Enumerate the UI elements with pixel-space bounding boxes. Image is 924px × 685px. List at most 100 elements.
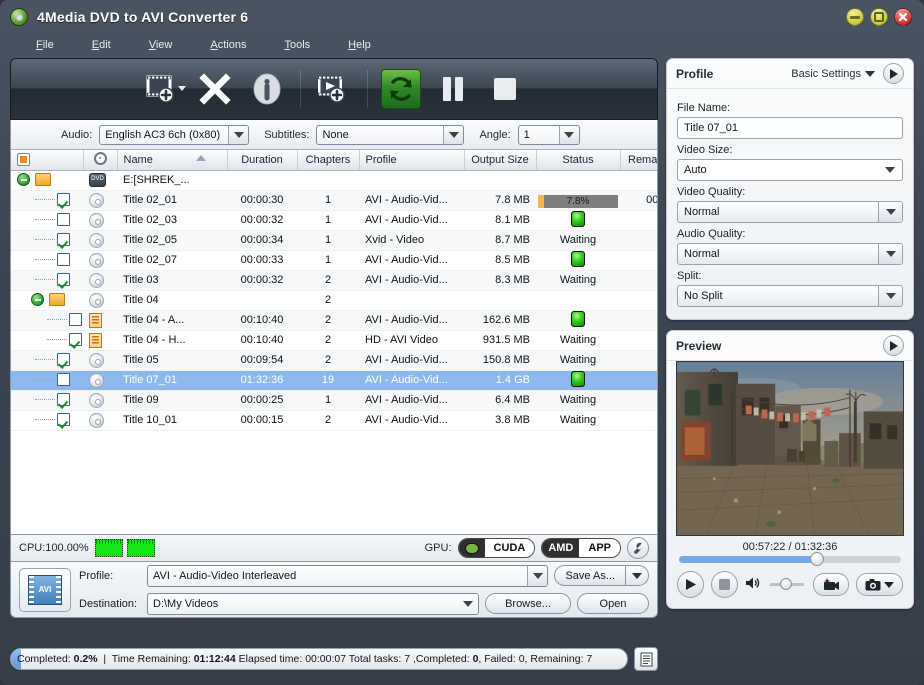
row-expander-icon[interactable] [31,293,44,306]
row-checkbox[interactable] [57,193,70,206]
column-header-remaining[interactable]: Remaining Time [620,150,657,171]
column-header-output-size[interactable]: Output Size [464,150,537,171]
audio-quality-dropdown-icon[interactable] [878,244,902,264]
row-check-cell[interactable] [11,350,83,371]
row-check-cell[interactable] [11,330,83,351]
preview-volume-button[interactable] [745,576,761,593]
column-header-status[interactable]: Status [536,150,621,171]
menu-actions[interactable]: Actions [192,37,264,53]
row-checkbox[interactable] [57,213,70,226]
row-check-cell[interactable] [11,290,83,311]
row-check-cell[interactable] [11,310,83,331]
show-log-button[interactable] [634,647,658,671]
row-checkbox[interactable] [57,393,70,406]
column-header-icon[interactable] [83,150,118,171]
menu-help[interactable]: Help [330,37,389,53]
row-checkbox[interactable] [57,273,70,286]
basic-settings-dropdown[interactable]: Basic Settings [791,68,875,80]
profile-expand-button[interactable] [883,63,904,84]
preview-stop-button[interactable] [711,571,738,598]
column-header-check[interactable] [11,150,84,171]
preview-expand-button[interactable] [883,335,904,356]
row-check-cell[interactable] [11,170,83,191]
row-checkbox[interactable] [57,253,70,266]
row-check-cell[interactable] [11,230,83,251]
row-check-cell[interactable] [11,210,83,231]
preview-play-button[interactable] [677,571,704,598]
row-check-cell[interactable] [11,250,83,271]
menu-file[interactable]: File [18,37,72,53]
resource-settings-button[interactable] [627,537,649,559]
add-dvd-button[interactable] [140,66,186,112]
table-row[interactable]: Title 05 00:09:54 2 AVI - Audio-Vid... 150.8… [11,350,657,371]
table-row[interactable]: Title 04 - H... 00:10:40 2 HD - AVI Video 93… [11,330,657,351]
select-all-icon[interactable] [17,153,30,167]
convert-button[interactable] [378,66,424,112]
row-check-cell[interactable] [11,370,83,391]
add-dvd-dropdown-icon[interactable] [178,86,186,91]
preview-volume-slider[interactable] [770,578,804,590]
angle-select[interactable]: 1 [517,124,580,145]
menu-tools[interactable]: Tools [266,37,328,53]
table-row[interactable]: Title 10_01 00:00:15 2 AVI - Audio-Vid... 3.… [11,410,657,431]
column-header-chapters[interactable]: Chapters [297,150,360,171]
profile-select[interactable]: AVI - Audio-Video Interleaved [147,564,549,587]
cuda-badge[interactable]: CUDA [457,538,536,558]
row-checkbox[interactable] [57,413,70,426]
row-checkbox[interactable] [57,373,70,386]
split-dropdown-icon[interactable] [878,286,902,306]
row-checkbox[interactable] [57,233,70,246]
row-check-cell[interactable] [11,410,83,431]
row-expander-icon[interactable] [17,173,30,186]
video-size-dropdown-icon[interactable] [878,160,902,180]
subtitles-select[interactable]: None [316,124,465,145]
audio-select[interactable]: English AC3 6ch (0x80) [99,124,250,145]
preview-video-screen[interactable] [676,361,904,536]
close-button[interactable] [894,8,912,26]
volume-thumb[interactable] [779,578,792,590]
save-as-split-button[interactable]: Save As... [554,565,649,586]
table-row[interactable]: E:[SHREK_... [11,170,657,191]
table-row[interactable]: Title 02_07 00:00:33 1 AVI - Audio-Vid... 8.… [11,250,657,271]
browse-button[interactable]: Browse... [485,593,571,614]
column-header-profile[interactable]: Profile [359,150,465,171]
audio-quality-select[interactable]: Normal [677,243,903,265]
file-name-input[interactable]: Title 07_01 [677,117,903,139]
row-check-cell[interactable] [11,190,83,211]
row-check-cell[interactable] [11,270,83,291]
table-row[interactable]: Title 02_01 00:00:30 1 AVI - Audio-Vid... 7.… [11,190,657,211]
video-size-select[interactable]: Auto [677,159,903,181]
table-row[interactable]: Title 04 2 [11,290,657,311]
destination-dropdown-icon[interactable] [458,594,478,614]
row-check-cell[interactable] [11,390,83,411]
video-quality-dropdown-icon[interactable] [878,202,902,222]
info-button[interactable] [244,66,290,112]
table-row[interactable]: Title 07_01 01:32:36 19 AVI - Audio-Vid... 1… [11,370,657,391]
add-video-button[interactable] [311,66,357,112]
subtitles-dropdown-icon[interactable] [443,125,464,144]
row-checkbox[interactable] [69,313,82,326]
preview-effects-button[interactable] [813,573,849,596]
row-checkbox[interactable] [57,353,70,366]
table-row[interactable]: Title 04 - A... 00:10:40 2 AVI - Audio-Vid.… [11,310,657,331]
column-header-duration[interactable]: Duration [227,150,298,171]
split-select[interactable]: No Split [677,285,903,307]
minimize-button[interactable] [846,8,864,26]
table-row[interactable]: Title 03 00:00:32 2 AVI - Audio-Vid... 8.3 M… [11,270,657,291]
column-header-name[interactable]: Name [117,150,228,171]
maximize-button[interactable] [870,8,888,26]
video-quality-select[interactable]: Normal [677,201,903,223]
pause-button[interactable] [430,66,476,112]
seek-thumb[interactable] [809,552,824,566]
save-as-button[interactable]: Save As... [554,565,625,586]
preview-seek-slider[interactable] [679,552,901,566]
file-list-table[interactable]: Name Duration Chapters Profile Output Si… [10,150,658,534]
angle-dropdown-icon[interactable] [558,125,579,144]
menu-view[interactable]: View [131,37,191,53]
amd-app-badge[interactable]: AMD APP [541,538,621,558]
destination-select[interactable]: D:\My Videos [147,592,479,615]
snapshot-dropdown-icon[interactable] [884,581,894,588]
profile-dropdown-icon[interactable] [527,565,548,586]
table-row[interactable]: Title 09 00:00:25 1 AVI - Audio-Vid... 6.4 M… [11,390,657,411]
stop-button[interactable] [482,66,528,112]
